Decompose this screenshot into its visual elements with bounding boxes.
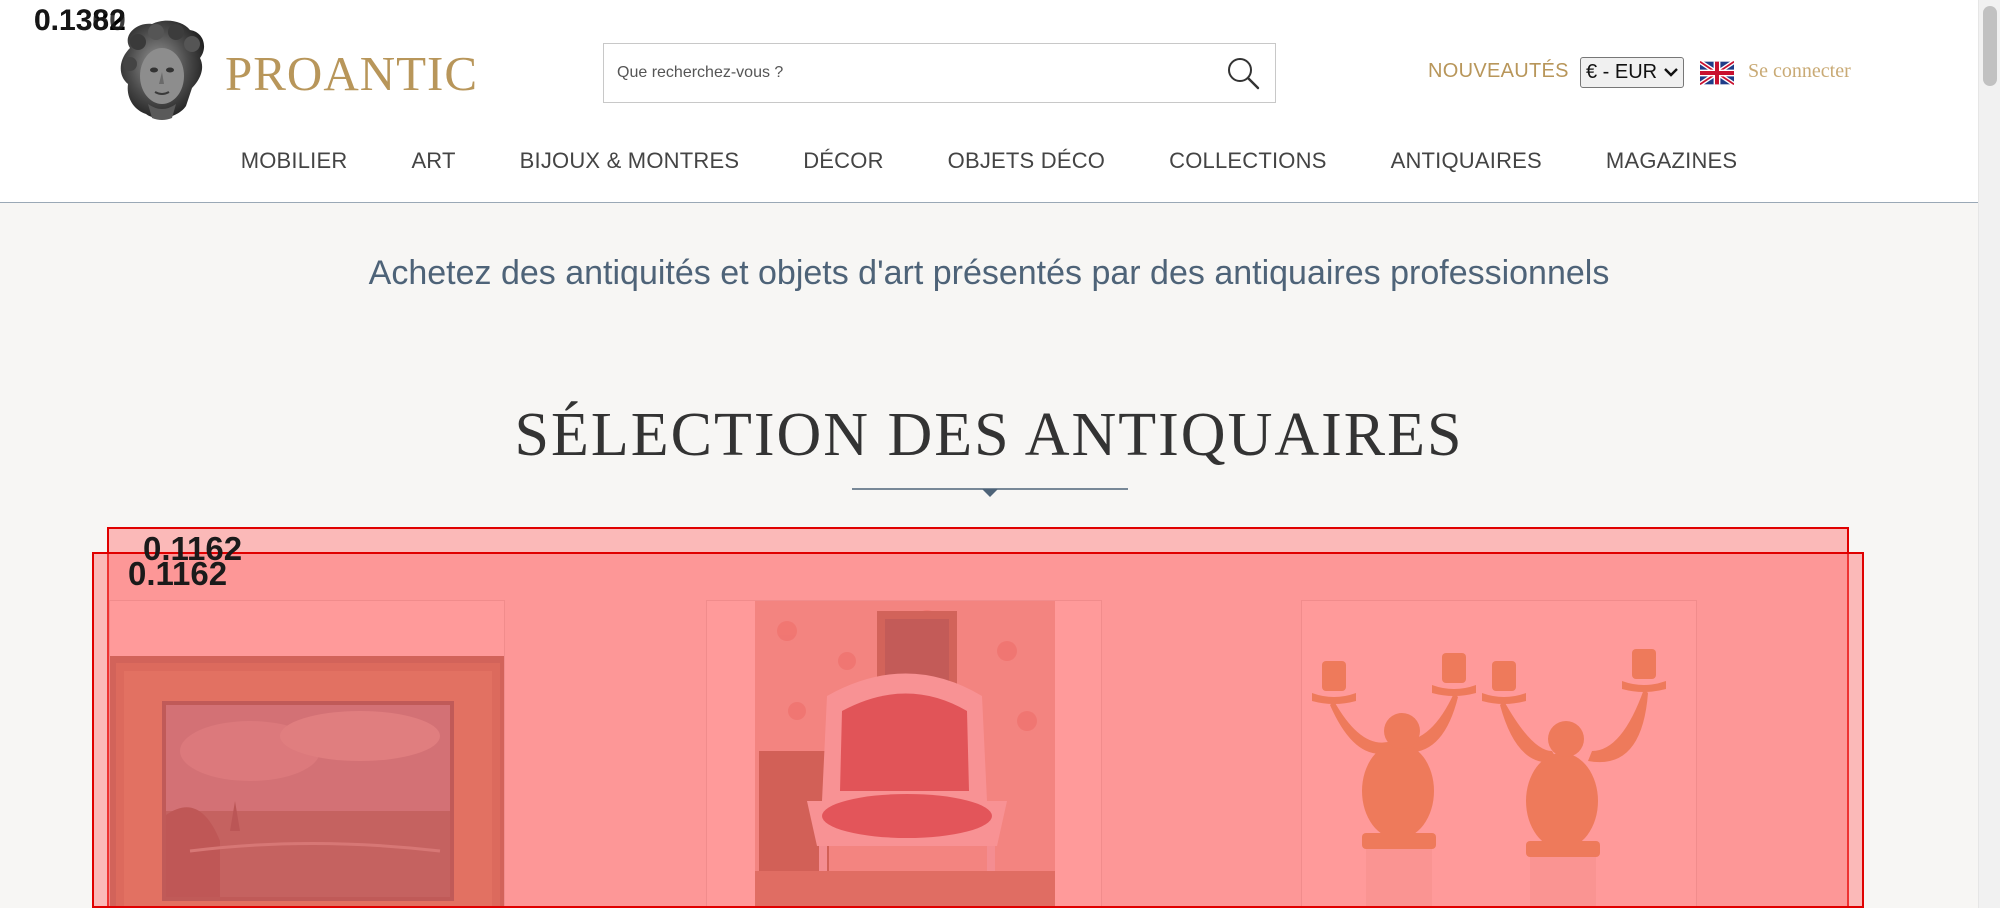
section-title: SÉLECTION DES ANTIQUAIRES	[514, 401, 1464, 469]
detection-box	[92, 552, 1864, 908]
scrollbar-thumb[interactable]	[1983, 6, 1997, 86]
login-link[interactable]: Se connecter	[1748, 60, 1851, 83]
uk-flag-icon[interactable]	[1700, 61, 1734, 85]
title-divider	[852, 488, 1128, 497]
nav-item-art[interactable]: ART	[379, 148, 487, 174]
currency-value: € - EUR	[1586, 61, 1658, 83]
main-nav: MOBILIER ART BIJOUX & MONTRES DÉCOR OBJE…	[0, 148, 1978, 174]
search-bar	[603, 43, 1276, 103]
nav-item-bijoux-montres[interactable]: BIJOUX & MONTRES	[488, 148, 772, 174]
chevron-down-icon	[1664, 68, 1678, 77]
nav-item-magazines[interactable]: MAGAZINES	[1574, 148, 1769, 174]
detection-score: 0.1162	[128, 555, 228, 592]
search-input[interactable]	[604, 44, 1204, 102]
tagline: Achetez des antiquités et objets d'art p…	[368, 254, 1610, 292]
nav-item-collections[interactable]: COLLECTIONS	[1137, 148, 1358, 174]
nav-item-mobilier[interactable]: MOBILIER	[209, 148, 380, 174]
nav-item-antiquaires[interactable]: ANTIQUAIRES	[1359, 148, 1574, 174]
logo-head-icon[interactable]	[112, 18, 212, 122]
site-header: PROANTIC NOUVEAUTÉS € - EUR Se connecter…	[0, 0, 1978, 203]
nav-item-decor[interactable]: DÉCOR	[771, 148, 915, 174]
brand-name[interactable]: PROANTIC	[225, 45, 478, 102]
nouveautes-link[interactable]: NOUVEAUTÉS	[1428, 60, 1569, 83]
corner-score: 0.1360	[34, 4, 126, 37]
search-icon[interactable]	[1225, 55, 1261, 91]
currency-select[interactable]: € - EUR	[1580, 57, 1684, 88]
nav-item-objets-deco[interactable]: OBJETS DÉCO	[916, 148, 1137, 174]
page-scrollbar[interactable]	[1978, 0, 2000, 908]
